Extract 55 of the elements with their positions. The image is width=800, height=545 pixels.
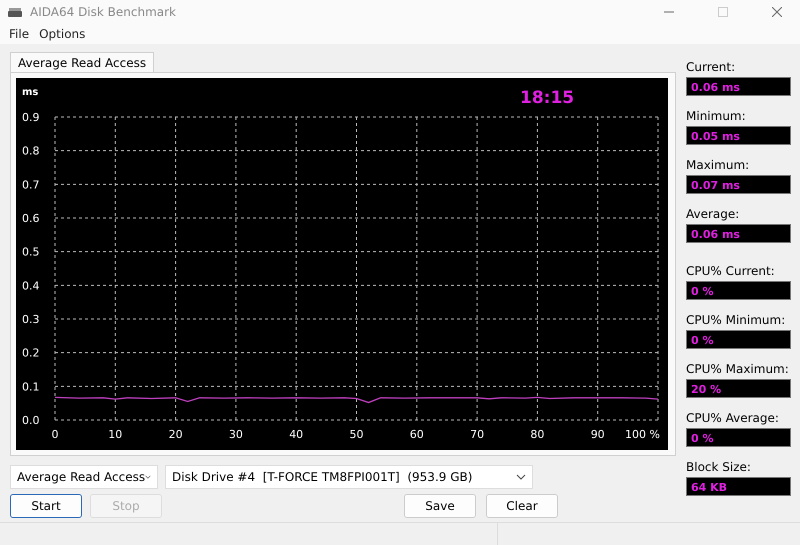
menu-item[interactable]: File [4,27,34,41]
stat-value: 0 % [686,281,791,300]
x-axis-label: 40 [289,428,304,441]
caret-icon [145,474,151,480]
caret-icon [516,474,526,480]
clear-button[interactable]: Clear [486,494,558,518]
stat-value: 0 % [686,330,791,349]
stat-label: Current: [686,60,736,74]
y-axis-unit: ms [22,87,38,98]
y-axis-label: 0.6 [22,212,40,225]
drive-dropdown[interactable]: Disk Drive #4 [T-FORCE TM8FPI001T] (953.9 GB) [165,465,533,489]
y-axis-label: 0.9 [22,111,40,124]
stat-value: 0.06 ms [686,224,791,243]
menu-item[interactable]: Options [34,27,90,41]
y-axis-label: 0.8 [22,144,40,158]
stat-label: Maximum: [686,158,750,172]
window-title: AIDA64 Disk Benchmark [30,5,178,19]
y-axis-label: 0.1 [22,380,40,394]
start-button[interactable]: Start [10,494,82,518]
stat-label: Minimum: [686,109,747,123]
stat-value: 0.07 ms [686,175,791,194]
x-axis-label: 50 [350,428,364,441]
x-axis-label: 70 [470,428,484,441]
save-button[interactable]: Save [404,494,476,518]
close-icon [772,7,782,17]
y-axis-label: 0.7 [22,178,40,192]
x-axis-label: 60 [410,428,424,441]
y-axis-label: 0.5 [22,246,40,259]
x-axis-label: 0 [52,428,58,441]
stat-label: CPU% Current: [686,264,776,278]
stat-label: CPU% Average: [686,411,780,425]
stat-value: 64 KB [686,477,791,496]
disk-drive-icon [8,8,22,16]
test-dropdown[interactable]: Average Read Access [10,465,158,489]
stat-value: 0.06 ms [686,77,791,96]
x-axis-label: 30 [228,428,243,441]
stat-value: 20 % [686,379,791,398]
stat-value: 0 % [686,428,791,447]
stat-label: Block Size: [686,460,752,474]
y-axis-label: 0.4 [22,279,40,292]
tab[interactable]: Average Read Access [10,52,154,72]
x-axis-label: 100 % [625,428,660,441]
stat-label: CPU% Minimum: [686,313,786,327]
y-axis-label: 0.3 [22,313,40,326]
x-axis-label: 10 [108,428,122,441]
x-axis-label: 80 [530,428,544,441]
stat-value: 0.05 ms [686,126,791,145]
y-axis-label: 0.0 [22,414,40,427]
maximize-icon [718,7,728,17]
x-axis-label: 20 [168,428,183,441]
stat-label: CPU% Maximum: [686,362,790,376]
stat-label: Average: [686,207,740,221]
y-axis-label: 0.2 [22,346,40,360]
x-axis-label: 90 [590,428,605,441]
chart-time: 18:15 [520,88,574,108]
